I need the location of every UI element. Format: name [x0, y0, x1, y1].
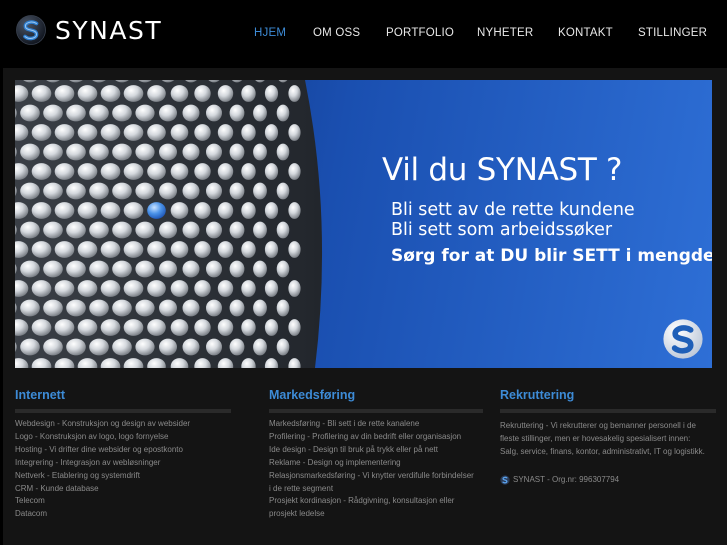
org-number: SYNAST - Org.nr: 996307794	[500, 475, 716, 485]
service-list-rekruttering: Rekruttering - Vi rekrutterer og bemanne…	[500, 420, 716, 459]
list-item: fleste stillinger, men er hovesakelig sp…	[500, 433, 691, 443]
section-markedsforing: Markedsføring Markedsføring - Bli sett i…	[269, 388, 483, 521]
banner-headline: Vil du SYNAST ?	[382, 152, 623, 188]
list-item: CRM - Kunde database	[15, 483, 99, 493]
nav-item-portfolio[interactable]: PORTFOLIO	[386, 27, 454, 39]
list-item: Nettverk - Etablering og systemdrift	[15, 470, 140, 480]
site-header: SYNAST HJEM OM OSS PORTFOLIO NYHETER KON…	[0, 0, 727, 66]
list-item: Integrering - Integrasjon av webløsninge…	[15, 457, 161, 467]
hero-banner: Vil du SYNAST ? Bli sett av de rette kun…	[15, 80, 712, 368]
list-item: Profilering - Profilering av din bedrift…	[269, 431, 462, 441]
banner-line-2: Bli sett som arbeidssøker	[391, 220, 613, 240]
banner-copy: Vil du SYNAST ? Bli sett av de rette kun…	[15, 80, 712, 368]
divider	[500, 409, 716, 413]
nav-item-kontakt[interactable]: KONTAKT	[558, 27, 613, 39]
list-item: Prosjekt kordinasjon - Rådgivning, konsu…	[269, 496, 455, 506]
nav-item-hjem[interactable]: HJEM	[254, 27, 286, 39]
list-item: i de rette segment	[269, 483, 334, 493]
nav-item-stillinger[interactable]: STILLINGER	[638, 27, 707, 39]
nav-item-nyheter[interactable]: NYHETER	[477, 27, 533, 39]
list-item: Relasjonsmarkedsføring - Vi knytter verd…	[269, 470, 474, 480]
service-list-markedsforing: Markedsføring - Bli sett i de rette kana…	[269, 418, 483, 521]
list-item: Logo - Konstruksjon av logo, logo fornye…	[15, 431, 169, 441]
synast-logo-icon	[663, 319, 703, 359]
list-item: Salg, service, finans, kontor, administr…	[500, 446, 705, 456]
list-item: Telecom	[15, 496, 45, 506]
list-item: Reklame - Design og implementering	[269, 457, 401, 467]
list-item: Ide design - Design til bruk på trykk el…	[269, 444, 438, 454]
list-item: Datacom	[15, 509, 48, 519]
section-internett: Internett Webdesign - Konstruksjon og de…	[15, 388, 231, 521]
divider	[269, 409, 483, 413]
list-item: prosjekt ledelse	[269, 509, 325, 519]
service-list-internett: Webdesign - Konstruksjon og design av we…	[15, 418, 231, 521]
section-title-markedsforing: Markedsføring	[269, 388, 356, 402]
main-nav: HJEM OM OSS PORTFOLIO NYHETER KONTAKT ST…	[0, 27, 727, 41]
banner-line-3: Sørg for at DU blir SETT i mengden!	[391, 246, 712, 266]
section-rekruttering: Rekruttering Rekruttering - Vi rekrutter…	[500, 388, 716, 485]
org-number-text: SYNAST - Org.nr: 996307794	[513, 475, 620, 485]
banner-line-1: Bli sett av de rette kundene	[391, 200, 635, 220]
list-item: Hosting - Vi drifter dine websider og ep…	[15, 444, 183, 454]
list-item: Rekruttering - Vi rekrutterer og bemanne…	[500, 421, 696, 430]
nav-item-om-oss[interactable]: OM OSS	[313, 27, 360, 39]
list-item: Webdesign - Konstruksjon og design av we…	[15, 419, 191, 428]
synast-logo-icon	[500, 475, 510, 485]
section-title-internett: Internett	[15, 388, 65, 402]
section-title-rekruttering: Rekruttering	[500, 388, 575, 402]
list-item: Markedsføring - Bli sett i de rette kana…	[269, 419, 420, 428]
divider	[15, 409, 231, 413]
